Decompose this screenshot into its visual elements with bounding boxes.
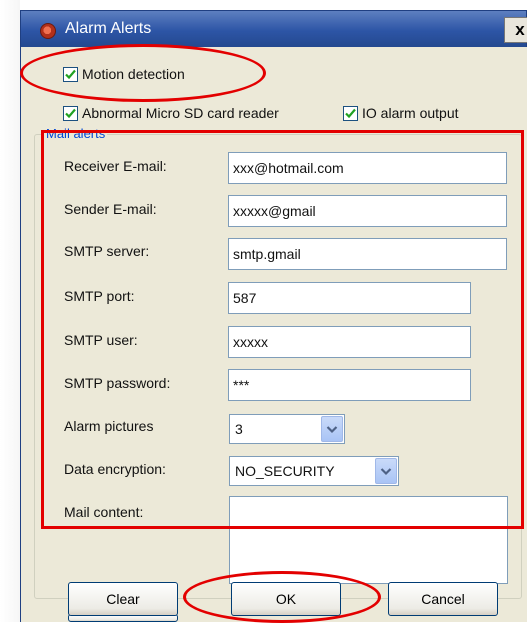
close-icon: x [515, 20, 525, 39]
window-title: Alarm Alerts [65, 20, 152, 37]
clear-button[interactable]: Clear [68, 582, 178, 616]
sd-card-reader-checkbox[interactable] [63, 105, 78, 121]
io-alarm-output-option[interactable]: IO alarm output [343, 105, 459, 121]
motion-detection-highlight [20, 44, 266, 102]
close-button[interactable]: x [504, 17, 527, 43]
background-edge [0, 0, 20, 622]
mail-alerts-highlight [41, 130, 524, 529]
ok-button-highlight [183, 571, 381, 623]
app-icon [40, 23, 56, 39]
checkmark-icon [65, 108, 76, 118]
sd-card-reader-option[interactable]: Abnormal Micro SD card reader [63, 105, 279, 121]
title-bar: Alarm Alerts x [20, 10, 527, 48]
io-alarm-output-checkbox[interactable] [343, 105, 358, 121]
sd-card-reader-label: Abnormal Micro SD card reader [82, 105, 279, 121]
checkmark-icon [345, 108, 356, 118]
cancel-button[interactable]: Cancel [388, 582, 498, 616]
io-alarm-output-label: IO alarm output [362, 105, 459, 121]
